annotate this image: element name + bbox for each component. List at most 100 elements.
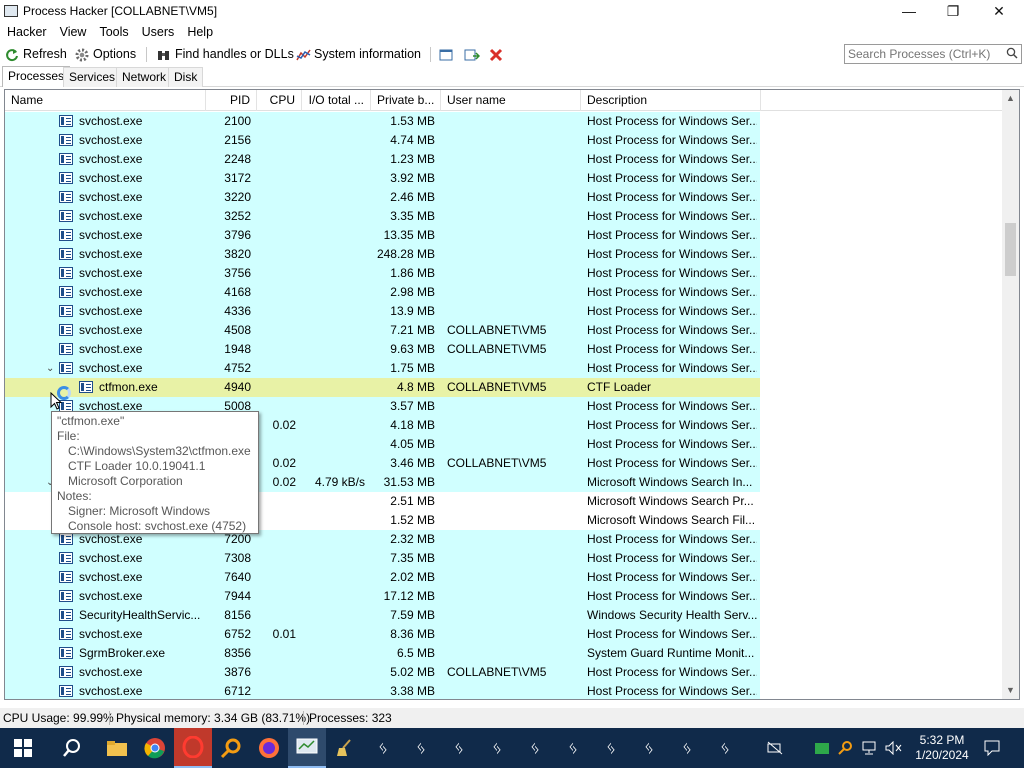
process-user-name xyxy=(447,530,581,549)
taskbar-clock[interactable]: 5:32 PM 1/20/2024 xyxy=(912,733,972,763)
table-row[interactable]: svchost.exe 3172 3.92 MB Host Process for W… xyxy=(5,169,760,188)
table-row[interactable]: svchost.exe 1948 9.63 MB COLLABNET\VM5 Host … xyxy=(5,340,760,359)
column-pid[interactable]: PID xyxy=(206,90,257,111)
tab-disk[interactable]: Disk xyxy=(168,67,204,87)
vertical-scrollbar[interactable]: ▲ ▼ xyxy=(1002,90,1019,699)
maximize-button[interactable]: ❐ xyxy=(930,0,976,22)
terminate-button[interactable] xyxy=(489,46,507,63)
table-row[interactable]: svchost.exe 3876 5.02 MB COLLABNET\VM5 Host … xyxy=(5,663,760,682)
bluetooth-icon[interactable]: ᛃ xyxy=(592,728,630,768)
process-private-bytes: 1.75 MB xyxy=(390,361,435,375)
table-row[interactable]: SecurityHealthServic... 8156 7.59 MB Window… xyxy=(5,606,760,625)
system-information-button[interactable]: System information xyxy=(296,46,421,63)
table-row[interactable]: svchost.exe 3756 1.86 MB Host Process for W… xyxy=(5,264,760,283)
bluetooth-icon[interactable]: ᛃ xyxy=(516,728,554,768)
column-name[interactable]: Name xyxy=(5,90,206,111)
table-row[interactable]: svchost.exe 4168 2.98 MB Host Process for W… xyxy=(5,283,760,302)
table-row[interactable]: svchost.exe 6752 0.01 8.36 MB Host Process f… xyxy=(5,625,760,644)
process-hacker-taskbar-icon[interactable] xyxy=(288,728,326,768)
refresh-button[interactable]: Refresh xyxy=(5,46,67,63)
table-row[interactable]: svchost.exe 3796 13.35 MB Host Process for … xyxy=(5,226,760,245)
options-button[interactable]: Options xyxy=(75,46,136,63)
process-io-total xyxy=(302,435,365,454)
process-description: Host Process for Windows Ser... xyxy=(587,456,757,470)
bluetooth-icon[interactable]: ᛃ xyxy=(364,728,402,768)
firefox-icon[interactable] xyxy=(250,728,288,768)
process-cpu xyxy=(257,587,296,606)
opera-icon[interactable] xyxy=(174,728,212,768)
bluetooth-icon[interactable]: ᛃ xyxy=(630,728,668,768)
green-tray-icon[interactable] xyxy=(810,728,834,768)
bluetooth-icon[interactable]: ᛃ xyxy=(440,728,478,768)
search-input[interactable] xyxy=(845,45,995,63)
start-button[interactable] xyxy=(4,728,42,768)
process-description: Host Process for Windows Ser... xyxy=(587,551,757,565)
process-private-bytes: 2.98 MB xyxy=(390,285,435,299)
network-off-icon[interactable] xyxy=(762,728,788,768)
table-row[interactable]: ⌄ svchost.exe 4752 1.75 MB Host Process for … xyxy=(5,359,760,378)
search-icon[interactable] xyxy=(1006,47,1018,59)
search-box[interactable] xyxy=(844,44,1022,64)
volume-muted-icon[interactable] xyxy=(882,728,906,768)
process-io-total xyxy=(302,188,365,207)
process-pid: 4752 xyxy=(224,361,251,375)
broom-icon[interactable] xyxy=(326,728,364,768)
column-description[interactable]: Description xyxy=(581,90,761,111)
chrome-icon[interactable] xyxy=(136,728,174,768)
table-row[interactable]: svchost.exe 2156 4.74 MB Host Process for W… xyxy=(5,131,760,150)
bluetooth-icon[interactable]: ᛃ xyxy=(668,728,706,768)
bluetooth-icon[interactable]: ᛃ xyxy=(554,728,592,768)
close-button[interactable]: ✕ xyxy=(976,0,1022,22)
table-row[interactable]: svchost.exe 7640 2.02 MB Host Process for W… xyxy=(5,568,760,587)
process-icon xyxy=(59,267,73,279)
column-io-total[interactable]: I/O total ... xyxy=(302,90,371,111)
find-handles-button[interactable]: Find handles or DLLs xyxy=(157,46,294,63)
find-window-button[interactable] xyxy=(464,46,482,63)
menu-view[interactable]: View xyxy=(53,24,93,39)
tab-services[interactable]: Services xyxy=(63,67,122,87)
menu-users[interactable]: Users xyxy=(135,24,181,39)
process-description: Host Process for Windows Ser... xyxy=(587,171,757,185)
process-pid: 6712 xyxy=(224,684,251,698)
table-row[interactable]: svchost.exe 2100 1.53 MB Host Process for W… xyxy=(5,112,760,131)
scroll-down-arrow[interactable]: ▼ xyxy=(1002,682,1019,699)
table-row[interactable]: svchost.exe 4508 7.21 MB COLLABNET\VM5 Host … xyxy=(5,321,760,340)
process-tree[interactable]: Name PID CPU I/O total ... Private b... … xyxy=(4,89,1020,700)
bluetooth-icon[interactable]: ᛃ xyxy=(706,728,744,768)
tab-network[interactable]: Network xyxy=(116,67,173,87)
magnifier-tray-icon[interactable] xyxy=(834,728,856,768)
process-user-name xyxy=(447,207,581,226)
menu-help[interactable]: Help xyxy=(180,24,219,39)
column-user-name[interactable]: User name xyxy=(441,90,581,111)
search-taskbar-icon[interactable] xyxy=(53,728,91,768)
table-row[interactable]: svchost.exe 2248 1.23 MB Host Process for W… xyxy=(5,150,760,169)
table-row[interactable]: svchost.exe 7944 17.12 MB Host Process for … xyxy=(5,587,760,606)
bluetooth-icon[interactable]: ᛃ xyxy=(478,728,516,768)
minimize-button[interactable]: — xyxy=(886,0,932,22)
bluetooth-icon[interactable]: ᛃ xyxy=(402,728,440,768)
file-explorer-icon[interactable] xyxy=(98,728,136,768)
table-row[interactable]: svchost.exe 3820 248.28 MB Host Process for… xyxy=(5,245,760,264)
window-icon-button[interactable] xyxy=(439,46,457,63)
scroll-thumb[interactable] xyxy=(1005,223,1016,276)
table-row[interactable]: svchost.exe 3252 3.35 MB Host Process for W… xyxy=(5,207,760,226)
table-row[interactable]: svchost.exe 4336 13.9 MB Host Process for W… xyxy=(5,302,760,321)
menu-hacker[interactable]: Hacker xyxy=(0,24,53,39)
notifications-icon[interactable] xyxy=(980,728,1004,768)
menu-tools[interactable]: Tools xyxy=(92,24,134,39)
table-row[interactable]: SgrmBroker.exe 8356 6.5 MB System Guard Run… xyxy=(5,644,760,663)
magnifier-app-icon[interactable] xyxy=(212,728,250,768)
column-cpu[interactable]: CPU xyxy=(257,90,302,111)
taskbar: ᛃ ᛃ ᛃ ᛃ ᛃ ᛃ ᛃ ᛃ ᛃ ᛃ 5:32 PM 1/20/2024 xyxy=(0,728,1024,768)
process-io-total xyxy=(302,378,365,397)
chevron-down-icon[interactable]: ⌄ xyxy=(46,359,54,378)
scroll-up-arrow[interactable]: ▲ xyxy=(1002,90,1019,107)
table-row[interactable]: svchost.exe 6712 3.38 MB Host Process for W… xyxy=(5,682,760,699)
table-row-selected[interactable]: ctfmon.exe 4940 4.8 MB COLLABNET\VM5 CTF Loa… xyxy=(5,378,760,397)
title-bar: Process Hacker [COLLABNET\VM5] — ❐ ✕ xyxy=(0,0,1024,22)
column-private-bytes[interactable]: Private b... xyxy=(371,90,441,111)
table-row[interactable]: svchost.exe 3220 2.46 MB Host Process for W… xyxy=(5,188,760,207)
tab-processes[interactable]: Processes xyxy=(2,66,71,87)
table-row[interactable]: svchost.exe 7308 7.35 MB Host Process for W… xyxy=(5,549,760,568)
network-icon[interactable] xyxy=(858,728,880,768)
